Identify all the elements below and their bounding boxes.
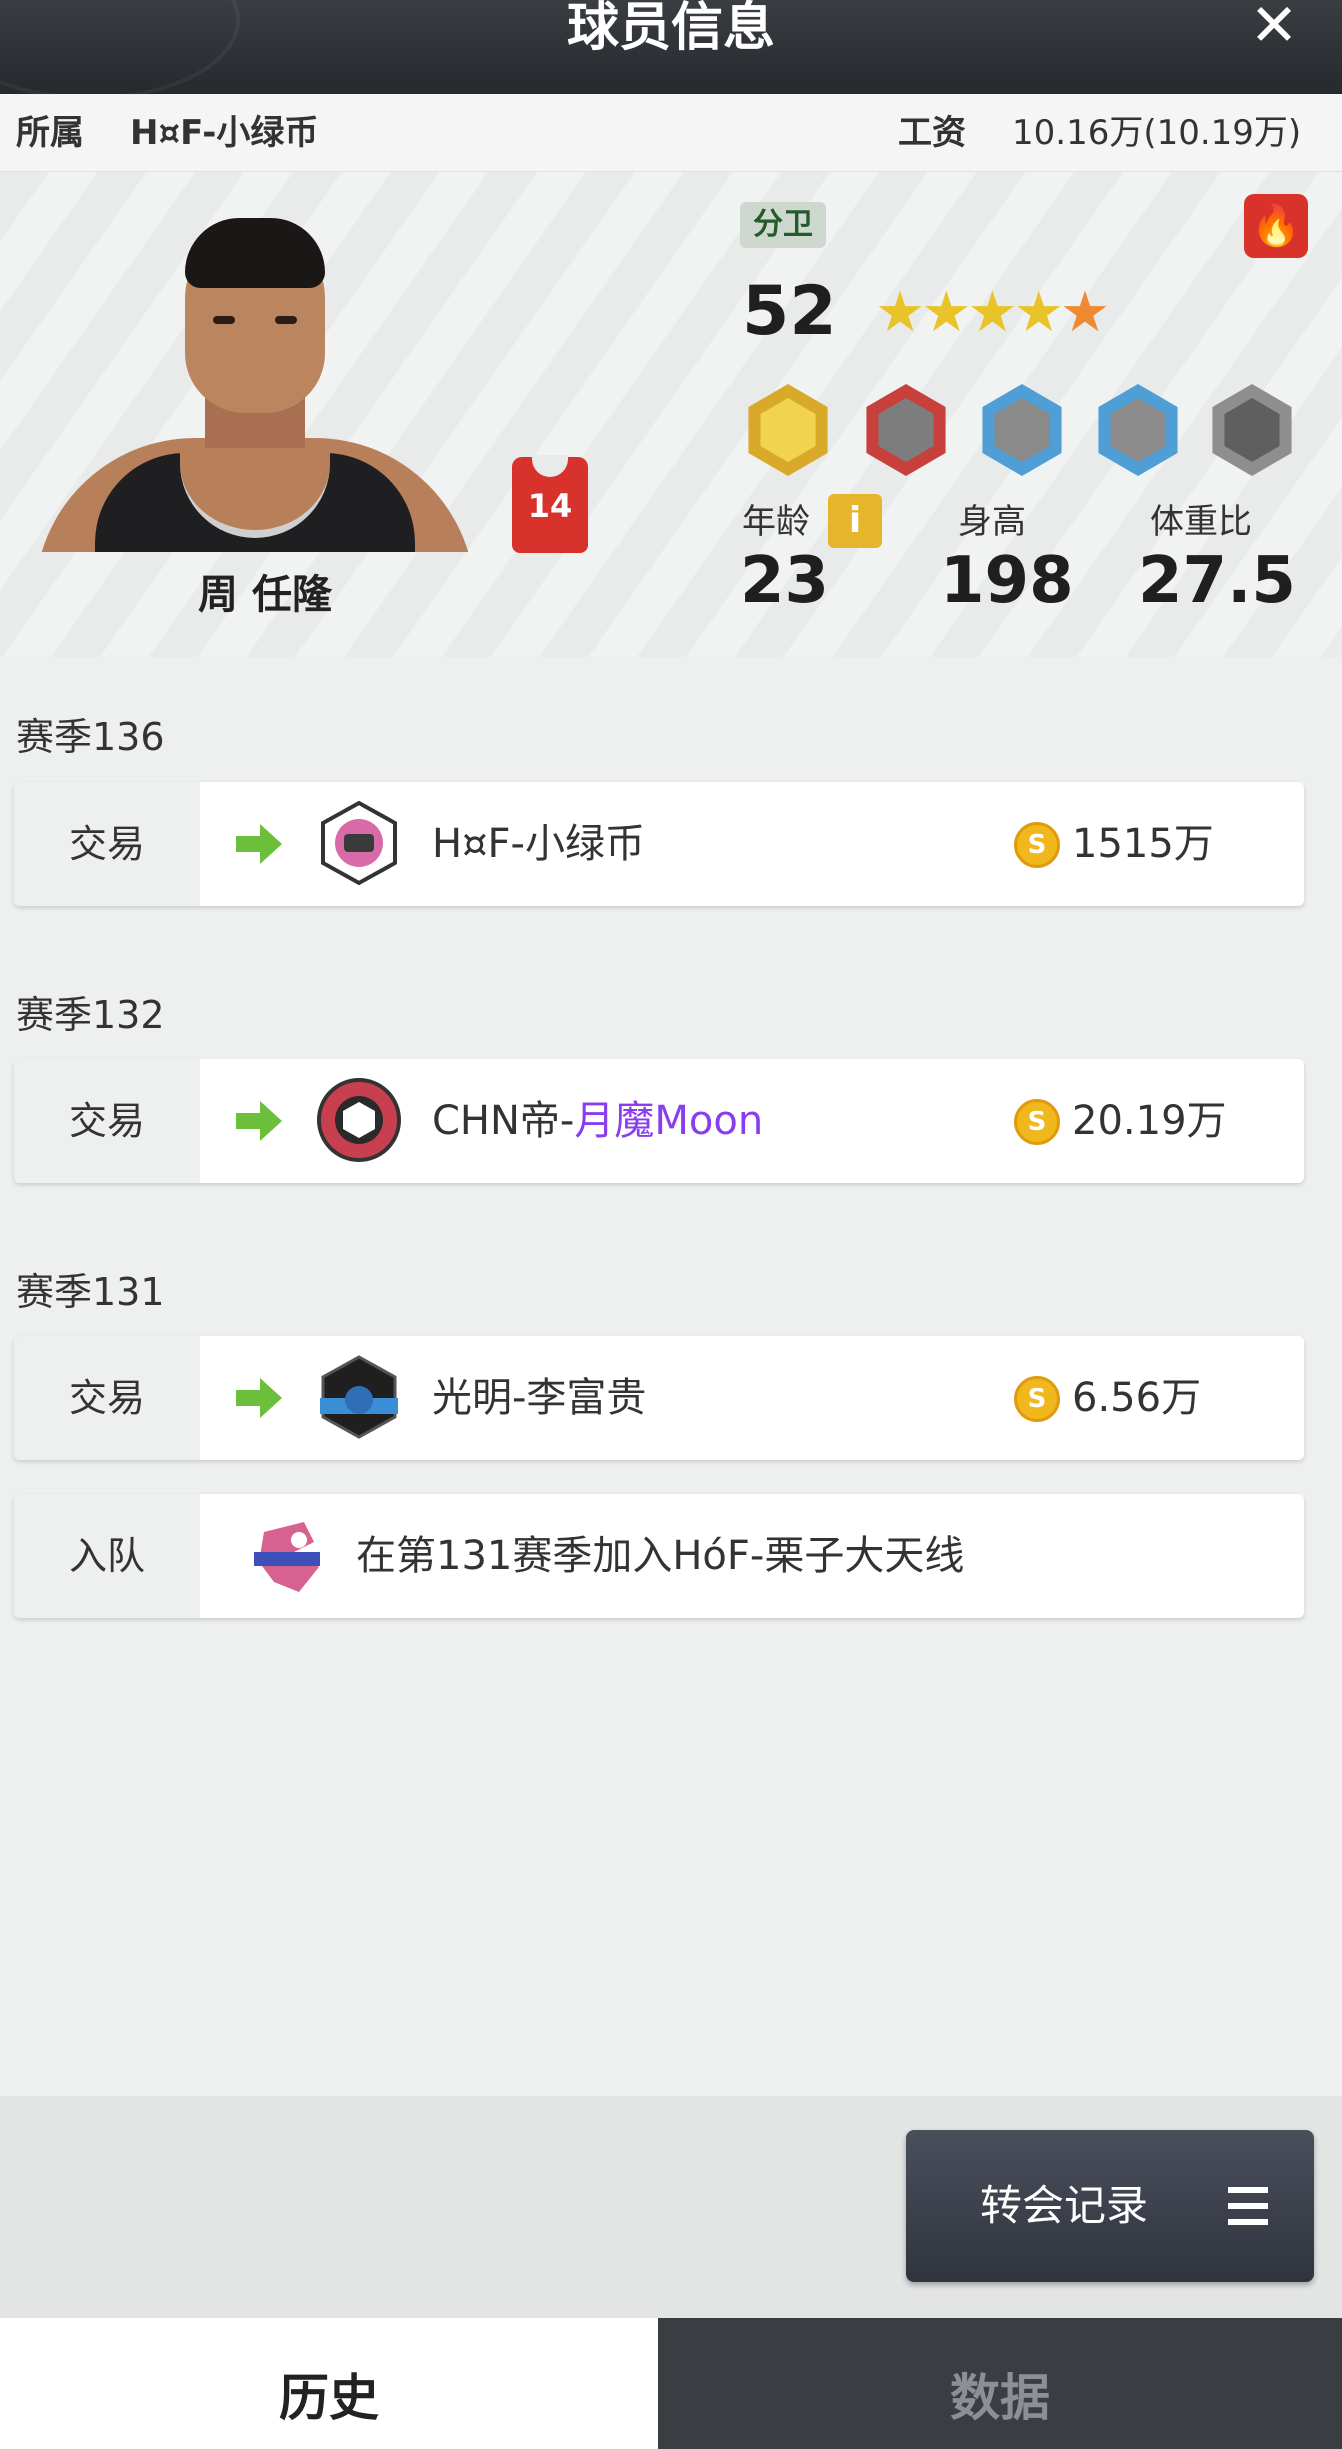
coin-icon: S (1014, 1376, 1060, 1422)
blue-net-badge-icon[interactable] (1098, 384, 1178, 476)
salary-value: 10.16万(10.19万) (1012, 113, 1302, 153)
season-heading: 赛季136 (16, 715, 165, 759)
star-icon: ★ (1059, 280, 1110, 345)
age-label: 年龄 (742, 502, 810, 542)
transfer-price: 6.56万 (1072, 1375, 1202, 1421)
team-label: 所属 (16, 113, 84, 153)
jersey-number-icon: 14 (512, 455, 588, 553)
history-type: 入队 (14, 1494, 200, 1618)
team-name: 光明-李富贵 (432, 1375, 647, 1421)
header-bar: 球员信息 ✕ (0, 0, 1342, 100)
player-name: 周 任隆 (198, 572, 332, 618)
star-icon: ★ (921, 280, 971, 345)
team-logo-icon (321, 800, 397, 886)
history-row[interactable]: 交易 H¤F-小绿币 S 1515万 (14, 782, 1304, 906)
team-name: H¤F-小绿币 (130, 113, 319, 153)
height-value: 198 (940, 544, 1074, 618)
team-name: CHN帝-月魔Moon (432, 1098, 764, 1144)
coin-icon: S (1014, 822, 1060, 868)
coin-icon: S (1014, 1099, 1060, 1145)
tab-history[interactable]: 历史 (0, 2318, 658, 2449)
star-icon: ★ (1013, 280, 1064, 345)
gray-empty-badge-icon[interactable] (1212, 384, 1292, 476)
history-type: 交易 (14, 1336, 200, 1460)
page-title: 球员信息 (566, 0, 775, 58)
transfer-record-label: 转会记录 (980, 2181, 1149, 2230)
team-logo-icon (254, 1522, 320, 1592)
team-name: H¤F-小绿币 (432, 821, 645, 867)
history-row[interactable]: 交易 CHN帝-月魔Moon S 20.19万 (14, 1059, 1304, 1183)
transfer-price: 20.19万 (1072, 1098, 1227, 1144)
team-logo-icon (320, 1355, 398, 1439)
arrow-right-icon (236, 824, 282, 864)
season-heading: 赛季131 (16, 1270, 165, 1314)
blue-head-badge-icon[interactable] (982, 384, 1062, 476)
star-icon: ★ (875, 280, 925, 345)
position-badge: 分卫 (740, 202, 826, 248)
join-description: 在第131赛季加入HóF-栗子大天线 (356, 1533, 965, 1579)
player-card: 14 周 任隆 分卫 🔥 52 ★★★★★ 年龄 i 身高 体重比 23 198… (0, 172, 1342, 657)
gold-player-badge-icon[interactable] (748, 384, 828, 476)
tab-data[interactable]: 数据 (658, 2318, 1342, 2449)
player-rating: 52 (742, 272, 837, 351)
menu-icon (1228, 2187, 1268, 2225)
history-type: 交易 (14, 782, 200, 906)
fire-icon[interactable]: 🔥 (1244, 194, 1308, 258)
team-logo-icon (317, 1078, 401, 1162)
star-rating: ★★★★★ (875, 280, 1110, 345)
history-type: 交易 (14, 1059, 200, 1183)
close-icon[interactable]: ✕ (1246, 0, 1302, 56)
weight-ratio-value: 27.5 (1138, 544, 1296, 618)
arrow-right-icon (236, 1101, 282, 1141)
history-row[interactable]: 交易 光明-李富贵 S 6.56万 (14, 1336, 1304, 1460)
height-label: 身高 (958, 502, 1026, 542)
weight-ratio-label: 体重比 (1150, 502, 1252, 542)
player-avatar (35, 198, 475, 552)
season-heading: 赛季132 (16, 993, 165, 1037)
history-row[interactable]: 入队 在第131赛季加入HóF-栗子大天线 (14, 1494, 1304, 1618)
transfer-record-button[interactable]: 转会记录 (906, 2130, 1314, 2282)
star-icon: ★ (967, 280, 1017, 345)
info-icon[interactable]: i (828, 494, 882, 548)
red-skull-badge-icon[interactable] (866, 384, 946, 476)
arrow-right-icon (236, 1378, 282, 1418)
tab-bar: 历史 数据 (0, 2318, 1342, 2449)
age-value: 23 (740, 544, 830, 618)
transfer-price: 1515万 (1072, 821, 1214, 867)
team-salary-bar: 所属 H¤F-小绿币 工资 10.16万(10.19万) (0, 94, 1342, 172)
salary-label: 工资 (898, 113, 966, 153)
